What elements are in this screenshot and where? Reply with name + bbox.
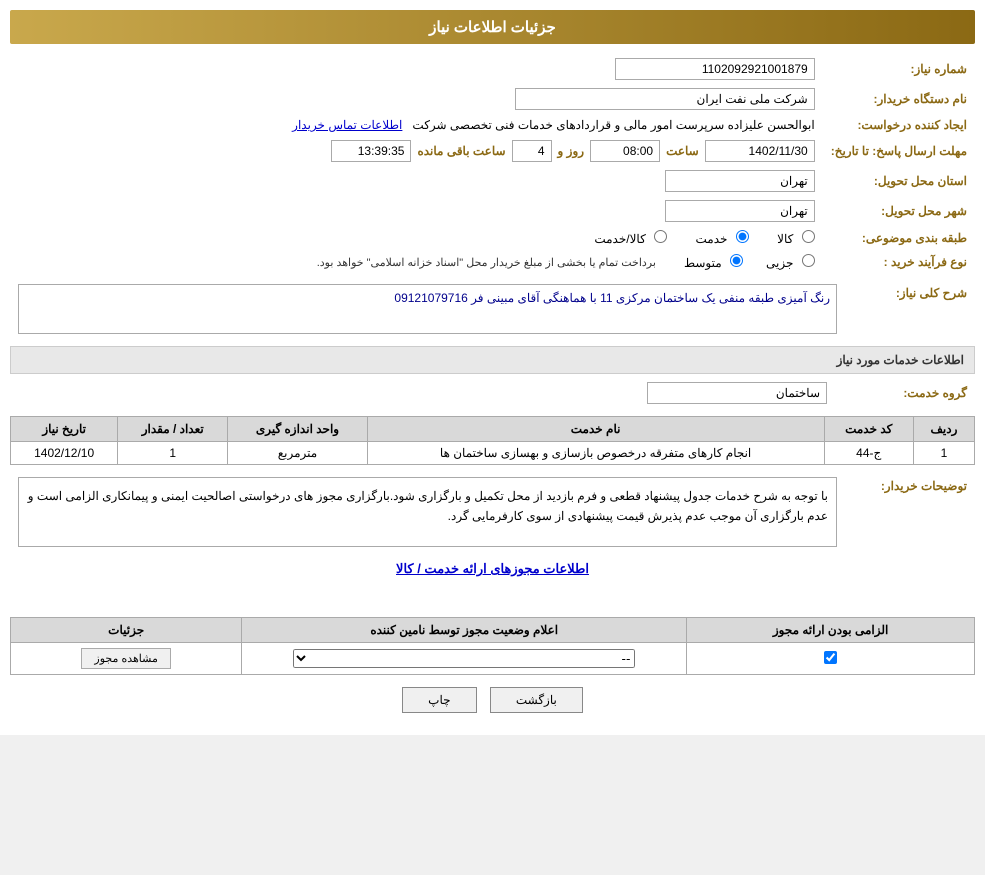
noe-radio-group: جزیی متوسط برداخت تمام یا بخشی از مبلغ خ… [18,254,815,270]
row-ostan: استان محل تحویل: تهران [10,166,975,196]
cell-tarikh: 1402/12/10 [11,442,118,465]
col-tedad: تعداد / مقدار [118,417,228,442]
group-label: گروه خدمت: [835,378,975,408]
mojoz-col-elzami: الزامی بودن ارائه مجوز [687,618,975,643]
mojoz-table-head: الزامی بودن ارائه مجوز اعلام وضعیت مجوز … [11,618,975,643]
row-dastgah: نام دستگاه خریدار: شرکت ملی نفت ایران [10,84,975,114]
mojoz-header-row: الزامی بودن ارائه مجوز اعلام وضعیت مجوز … [11,618,975,643]
sharh-value: رنگ آمیزی طبقه منفی یک ساختمان مرکزی 11 … [18,284,837,334]
cell-radif: 1 [913,442,974,465]
row-ijad: ایجاد کننده درخواست: ابوالحسن علیزاده سر… [10,114,975,136]
remaining-value: 13:39:35 [331,140,411,162]
tabaqe-radio-group: کالا خدمت کالا/خدمت [18,230,815,246]
col-vahed: واحد اندازه گیری [228,417,367,442]
buttons-row: بازگشت چاپ [10,687,975,713]
mojoz-ealam-cell: -- [242,643,687,675]
group-row: گروه خدمت: ساختمان [10,378,975,408]
mojoz-joziyat-cell: مشاهده مجوز [11,643,242,675]
saat-label: ساعت [666,144,699,158]
group-value: ساختمان [647,382,827,404]
tabaqe-option-kala[interactable]: کالا [759,232,815,246]
ijad-label: ایجاد کننده درخواست: [823,114,975,136]
row-shomara: شماره نیاز: 1102092921001879 [10,54,975,84]
ettelaat-link[interactable]: اطلاعات تماس خریدار [292,118,402,132]
noe-option-motevaset[interactable]: متوسط [669,254,743,270]
ealam-select[interactable]: -- [293,649,635,668]
row-mohlet: مهلت ارسال پاسخ: تا تاریخ: 1402/11/30 سا… [10,136,975,166]
roz-label: روز و [558,144,585,158]
dastgah-label: نام دستگاه خریدار: [823,84,975,114]
page-title: جزئیات اطلاعات نیاز [429,19,556,36]
col-tarikh: تاریخ نیاز [11,417,118,442]
tabaqe-option-khedmat[interactable]: خدمت [677,232,749,246]
mojoz-col-joziyat: جزئیات [11,618,242,643]
ostan-label: استان محل تحویل: [823,166,975,196]
radio-kala[interactable] [802,230,815,243]
view-mojoz-button[interactable]: مشاهده مجوز [81,648,170,669]
noe-option-jozi[interactable]: جزیی [751,254,815,270]
noe-label: نوع فرآیند خرید : [823,250,975,274]
mojoz-table-row: -- مشاهده مجوز [11,643,975,675]
saat-value: 08:00 [590,140,660,162]
services-section-header: اطلاعات خدمات مورد نیاز [10,346,975,374]
radio-kala-khedmat[interactable] [654,230,667,243]
tozihat-label: توضیحات خریدار: [845,473,975,551]
page-wrapper: جزئیات اطلاعات نیاز شماره نیاز: 11020929… [0,0,985,735]
mojoz-elzami-cell [687,643,975,675]
row-shahr: شهر محل تحویل: تهران [10,196,975,226]
mojoz-section-title: اطلاعات مجوزهای ارائه خدمت / کالا [10,561,975,577]
ijad-value: ابوالحسن علیزاده سرپرست امور مالی و قرار… [412,118,814,132]
mojoz-table-body: -- مشاهده مجوز [11,643,975,675]
mojoz-col-ealam: اعلام وضعیت مجوز توسط نامین کننده [242,618,687,643]
sharh-label: شرح کلی نیاز: [845,280,975,338]
print-button[interactable]: چاپ [402,687,476,713]
row-noe-farayand: نوع فرآیند خرید : جزیی متوسط برداخت تمام… [10,250,975,274]
mojoz-table: الزامی بودن ارائه مجوز اعلام وضعیت مجوز … [10,617,975,675]
tozihat-row: توضیحات خریدار: با توجه به شرح خدمات جدو… [10,473,975,551]
page-header: جزئیات اطلاعات نیاز [10,10,975,44]
sharh-row: شرح کلی نیاز: رنگ آمیزی طبقه منفی یک ساخ… [10,280,975,338]
sharh-table: شرح کلی نیاز: رنگ آمیزی طبقه منفی یک ساخ… [10,280,975,338]
services-table: ردیف کد خدمت نام خدمت واحد اندازه گیری ت… [10,416,975,465]
tozihat-table: توضیحات خریدار: با توجه به شرح خدمات جدو… [10,473,975,551]
back-button[interactable]: بازگشت [490,687,583,713]
tozihat-value: با توجه به شرح خدمات جدول پیشنهاد قطعی و… [18,477,837,547]
shomara-value: 1102092921001879 [615,58,815,80]
tabaqe-option-kala-khedmat[interactable]: کالا/خدمت [579,232,667,246]
shahr-value: تهران [665,200,815,222]
mohlet-label: مهلت ارسال پاسخ: تا تاریخ: [823,136,975,166]
services-table-header-row: ردیف کد خدمت نام خدمت واحد اندازه گیری ت… [11,417,975,442]
cell-nam: انجام کارهای متفرقه درخصوص بازسازی و بهس… [367,442,824,465]
elzami-checkbox[interactable] [824,651,837,664]
col-radif: ردیف [913,417,974,442]
col-nam: نام خدمت [367,417,824,442]
group-table: گروه خدمت: ساختمان [10,378,975,408]
remaining-label: ساعت باقی مانده [417,144,505,158]
table-row: 1 ج-44 انجام کارهای متفرقه درخصوص بازساز… [11,442,975,465]
shahr-label: شهر محل تحویل: [823,196,975,226]
cell-kod: ج-44 [824,442,913,465]
services-table-body: 1 ج-44 انجام کارهای متفرقه درخصوص بازساز… [11,442,975,465]
info-table: شماره نیاز: 1102092921001879 نام دستگاه … [10,54,975,274]
tabaqe-label: طبقه بندی موضوعی: [823,226,975,250]
shomara-label: شماره نیاز: [823,54,975,84]
date-value: 1402/11/30 [705,140,815,162]
cell-vahed: مترمربع [228,442,367,465]
radio-khedmat[interactable] [736,230,749,243]
dastgah-value: شرکت ملی نفت ایران [515,88,815,110]
col-kod: کد خدمت [824,417,913,442]
ostan-value: تهران [665,170,815,192]
radio-jozi[interactable] [802,254,815,267]
cell-tedad: 1 [118,442,228,465]
radio-motevaset[interactable] [730,254,743,267]
spacer [10,583,975,613]
time-row: 1402/11/30 ساعت 08:00 روز و 4 ساعت باقی … [18,140,815,162]
noe-option-pardakht: برداخت تمام یا بخشی از مبلغ خریدار محل "… [302,255,661,269]
roz-value: 4 [512,140,552,162]
row-tabaqe: طبقه بندی موضوعی: کالا خدمت کالا/خدمت [10,226,975,250]
services-table-head: ردیف کد خدمت نام خدمت واحد اندازه گیری ت… [11,417,975,442]
